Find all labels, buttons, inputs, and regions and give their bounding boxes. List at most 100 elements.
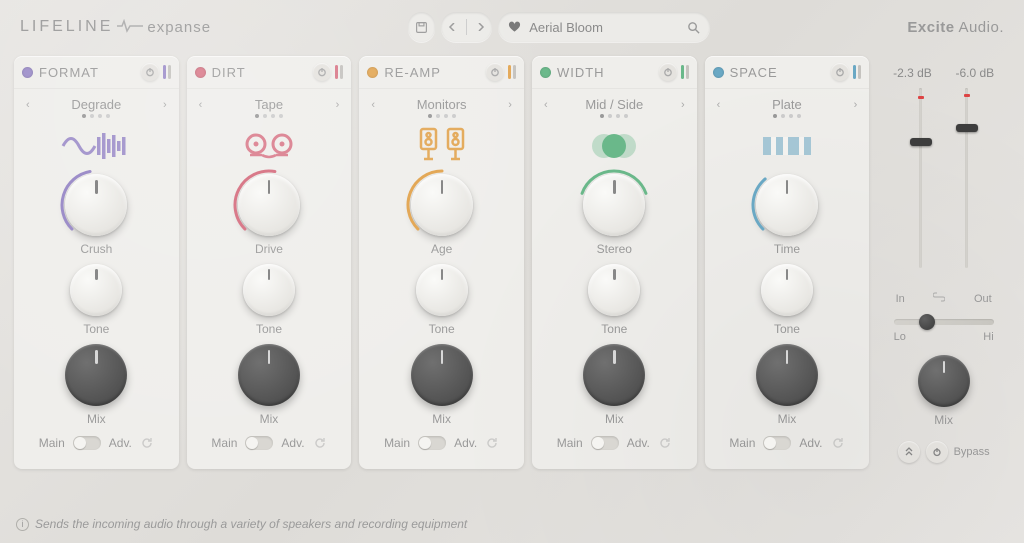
foot-adv-label: Adv. [281, 436, 304, 450]
mode-icon [359, 124, 524, 168]
foot-main-label: Main [557, 436, 583, 450]
knob1-label: Stereo [597, 242, 632, 256]
dirt-knob-tone[interactable] [243, 264, 295, 316]
mode-prev-button[interactable]: ‹ [544, 99, 548, 111]
knob2-label: Tone [256, 322, 282, 336]
width-knob-mix[interactable] [583, 344, 645, 406]
width-knob-tone[interactable] [588, 264, 640, 316]
lo-label: Lo [894, 331, 906, 343]
module-title: DIRT [212, 65, 314, 80]
space-knob-tone[interactable] [761, 264, 813, 316]
module-indicator-dot [713, 67, 724, 78]
format-knob-tone[interactable] [70, 264, 122, 316]
width-main-adv-toggle[interactable] [591, 436, 619, 450]
favorite-icon[interactable] [508, 21, 521, 33]
module-meter-icon [508, 65, 516, 79]
bypass-button[interactable] [926, 441, 948, 463]
format-main-adv-toggle[interactable] [73, 436, 101, 450]
mode-icon [14, 124, 179, 168]
search-icon[interactable] [687, 21, 700, 34]
brand-logo: Excite Audio. [907, 19, 1004, 36]
mode-prev-button[interactable]: ‹ [371, 99, 375, 111]
dirt-knob-1[interactable] [238, 174, 300, 236]
mode-page-dots [773, 114, 801, 118]
link-io-button[interactable] [933, 292, 945, 305]
module-meter-icon [335, 65, 343, 79]
mode-name[interactable]: Monitors [417, 97, 467, 112]
knob3-label: Mix [605, 412, 624, 426]
out-label: Out [974, 293, 992, 305]
input-fader[interactable] [919, 88, 922, 268]
module-title: FORMAT [39, 65, 141, 80]
space-main-adv-toggle[interactable] [763, 436, 791, 450]
module-meter-icon [681, 65, 689, 79]
collapse-button[interactable] [898, 441, 920, 463]
mode-prev-button[interactable]: ‹ [26, 99, 30, 111]
output-fader[interactable] [965, 88, 968, 268]
mode-name[interactable]: Degrade [71, 97, 121, 112]
mode-next-button[interactable]: › [163, 99, 167, 111]
module-dirt: DIRT ‹ Tape › Drive Tone Mix [187, 56, 352, 469]
output-db-readout: -6.0 dB [955, 66, 994, 80]
preset-name[interactable]: Aerial Bloom [529, 20, 679, 35]
mode-prev-button[interactable]: ‹ [717, 99, 721, 111]
lohi-slider[interactable] [894, 319, 994, 325]
module-title: RE-AMP [384, 65, 486, 80]
mode-next-button[interactable]: › [508, 99, 512, 111]
module-power-button[interactable] [486, 63, 504, 81]
reamp-knob-tone[interactable] [416, 264, 468, 316]
in-label: In [896, 293, 905, 305]
width-reset-button[interactable] [658, 436, 672, 450]
mode-prev-button[interactable]: ‹ [199, 99, 203, 111]
knob3-label: Mix [260, 412, 279, 426]
reamp-reset-button[interactable] [485, 436, 499, 450]
foot-main-label: Main [39, 436, 65, 450]
space-reset-button[interactable] [831, 436, 845, 450]
mode-page-dots [428, 114, 456, 118]
module-meter-icon [853, 65, 861, 79]
knob1-label: Drive [255, 242, 283, 256]
knob2-label: Tone [429, 322, 455, 336]
foot-main-label: Main [211, 436, 237, 450]
mode-name[interactable]: Plate [772, 97, 802, 112]
mode-next-button[interactable]: › [681, 99, 685, 111]
space-knob-mix[interactable] [756, 344, 818, 406]
knob2-label: Tone [774, 322, 800, 336]
mode-name[interactable]: Tape [255, 97, 283, 112]
knob3-label: Mix [778, 412, 797, 426]
save-preset-button[interactable] [408, 12, 435, 42]
knob1-label: Time [774, 242, 800, 256]
reamp-main-adv-toggle[interactable] [418, 436, 446, 450]
reamp-knob-mix[interactable] [411, 344, 473, 406]
knob3-label: Mix [432, 412, 451, 426]
module-power-button[interactable] [141, 63, 159, 81]
module-power-button[interactable] [659, 63, 677, 81]
bypass-label: Bypass [954, 446, 990, 458]
master-mix-knob[interactable] [918, 355, 970, 407]
module-space: SPACE ‹ Plate › Time Tone Mix [705, 56, 870, 469]
width-knob-1[interactable] [583, 174, 645, 236]
module-power-button[interactable] [313, 63, 331, 81]
module-width: WIDTH ‹ Mid / Side › Stereo Tone Mix [532, 56, 697, 469]
mode-icon [187, 124, 352, 168]
module-power-button[interactable] [831, 63, 849, 81]
dirt-reset-button[interactable] [313, 436, 327, 450]
module-indicator-dot [540, 67, 551, 78]
preset-next-button[interactable] [477, 23, 485, 31]
reamp-knob-1[interactable] [411, 174, 473, 236]
format-knob-mix[interactable] [65, 344, 127, 406]
format-knob-1[interactable] [65, 174, 127, 236]
preset-prev-button[interactable] [448, 23, 456, 31]
mode-next-button[interactable]: › [336, 99, 340, 111]
mode-name[interactable]: Mid / Side [585, 97, 643, 112]
dirt-main-adv-toggle[interactable] [245, 436, 273, 450]
knob1-label: Age [431, 242, 452, 256]
space-knob-1[interactable] [756, 174, 818, 236]
module-meter-icon [163, 65, 171, 79]
format-reset-button[interactable] [140, 436, 154, 450]
product-logo: LIFELINE expanse [20, 18, 211, 36]
module-reamp: RE-AMP ‹ Monitors › Age Tone Mix [359, 56, 524, 469]
mode-next-button[interactable]: › [854, 99, 858, 111]
info-icon: i [16, 518, 29, 531]
dirt-knob-mix[interactable] [238, 344, 300, 406]
